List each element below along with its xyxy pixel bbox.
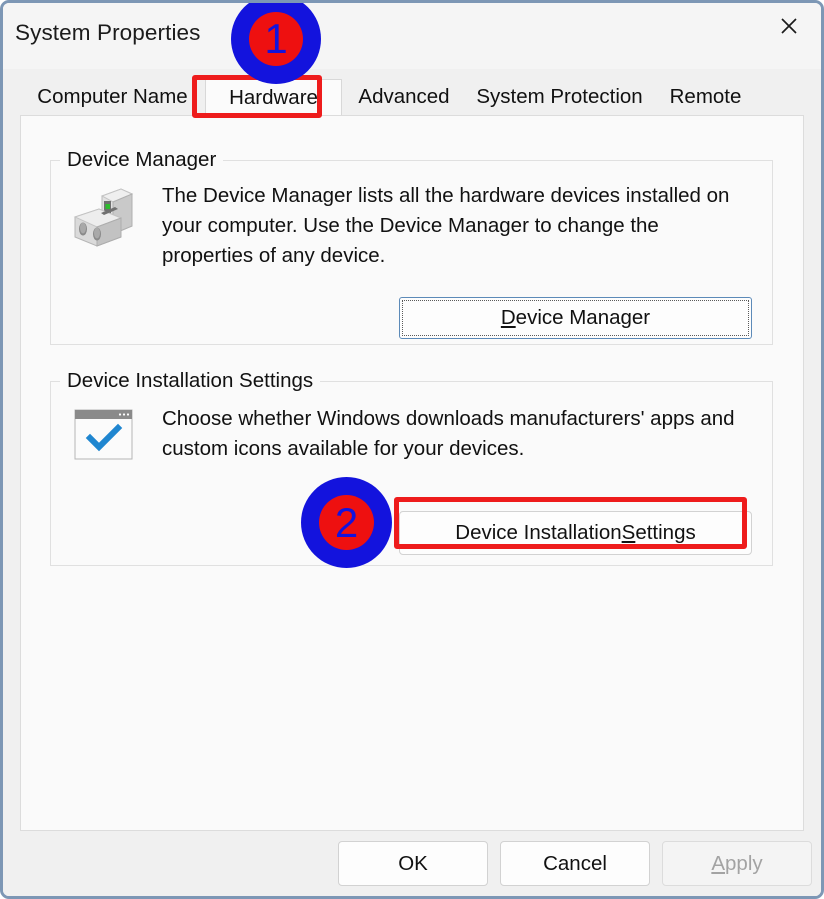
device-installation-settings-description: Choose whether Windows downloads manufac… [162, 407, 735, 460]
device-installation-settings-group: Device Installation Settings Choose whet… [50, 369, 773, 566]
device-manager-description: The Device Manager lists all the hardwar… [162, 184, 730, 267]
tab-advanced[interactable]: Advanced [342, 79, 466, 115]
tab-system-protection[interactable]: System Protection [466, 79, 653, 115]
device-manager-button-label: evice Manager [515, 306, 651, 329]
system-properties-window: System Properties Computer Name Hardware… [0, 0, 824, 899]
tab-remote[interactable]: Remote [653, 79, 758, 115]
device-installation-settings-button-label-before: Device Installation [455, 521, 622, 544]
dialog-footer: OK Cancel Apply [3, 831, 821, 896]
badge-step-1-number: 1 [249, 12, 303, 66]
device-manager-button-accel: D [500, 306, 516, 329]
apply-button[interactable]: Apply [662, 841, 812, 886]
window-title: System Properties [15, 20, 201, 45]
device-installation-settings-button-accel: S [621, 521, 636, 544]
badge-step-2: 2 [301, 477, 392, 568]
ok-button[interactable]: OK [338, 841, 488, 886]
apply-button-label: pply [725, 851, 763, 875]
device-installation-settings-button[interactable]: Device Installation Settings [399, 511, 752, 555]
hardware-tab-panel: Device Manager The Device Manager lists … [20, 115, 804, 831]
apply-button-accel: A [711, 851, 726, 875]
title-bar: System Properties [3, 3, 821, 69]
device-installation-settings-group-title: Device Installation Settings [60, 369, 321, 393]
badge-step-1: 1 [231, 3, 321, 84]
device-manager-button[interactable]: Device Manager [399, 297, 752, 339]
tab-strip: Computer Name Hardware Advanced System P… [20, 79, 804, 115]
badge-step-2-number: 2 [319, 495, 374, 550]
cancel-button[interactable]: Cancel [500, 841, 650, 886]
close-icon[interactable] [756, 3, 821, 49]
tab-computer-name[interactable]: Computer Name [20, 79, 205, 115]
window-inner: System Properties Computer Name Hardware… [3, 3, 821, 896]
device-manager-group-title: Device Manager [60, 148, 224, 172]
device-installation-check-icon [74, 409, 133, 465]
device-manager-group: Device Manager The Device Manager lists … [50, 148, 773, 345]
tab-hardware[interactable]: Hardware [205, 79, 342, 115]
device-installation-settings-button-label-after: ettings [635, 521, 696, 544]
device-manager-icon [71, 185, 137, 254]
